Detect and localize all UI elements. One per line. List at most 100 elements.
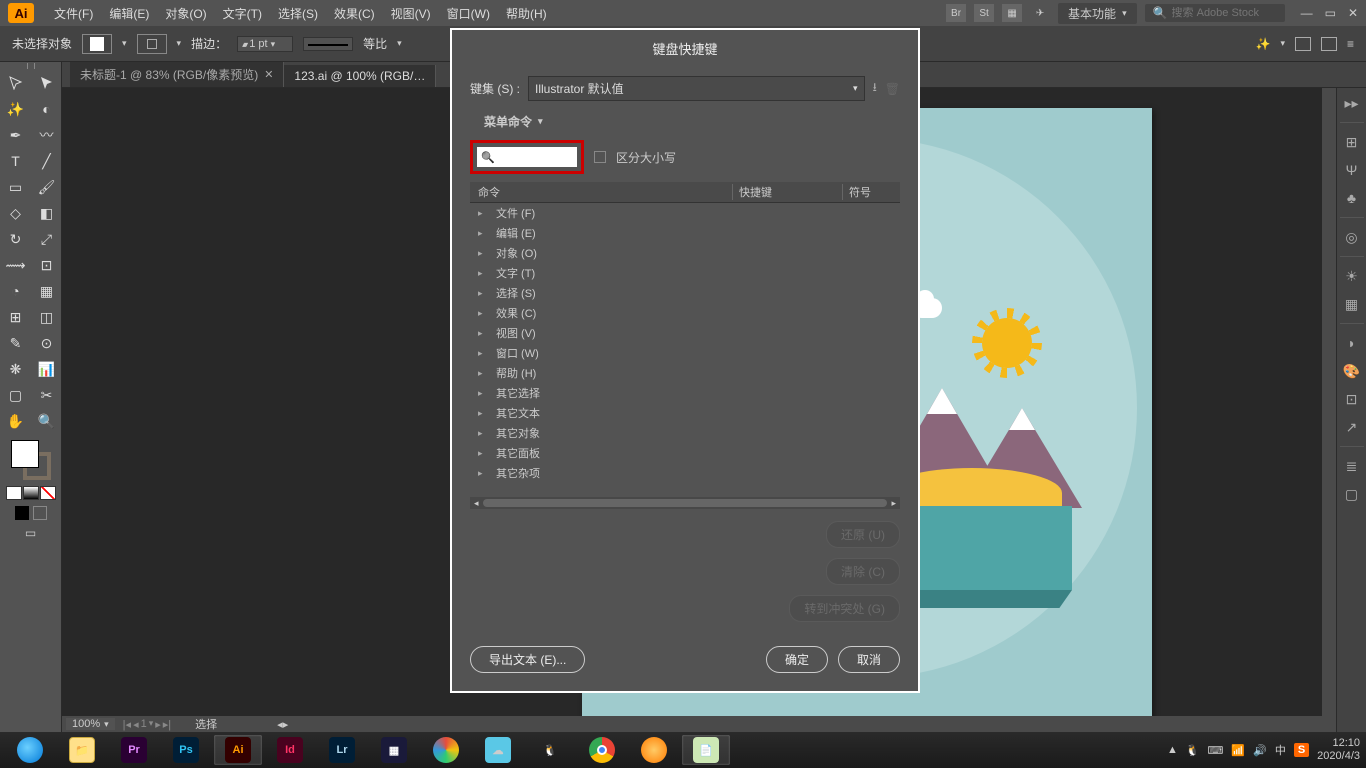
taskbar-app[interactable] (6, 735, 54, 765)
selection-tool[interactable] (0, 70, 31, 96)
width-tool[interactable]: ⟿ (0, 252, 31, 278)
command-row[interactable]: ▸其它杂项 (470, 463, 900, 483)
command-row[interactable]: ▸其它面板 (470, 443, 900, 463)
paintbrush-tool[interactable]: 🖌 (31, 174, 62, 200)
expand-icon[interactable]: ▸ (478, 228, 488, 239)
fill-color-icon[interactable] (11, 440, 39, 468)
taskbar-explorer[interactable]: 📁 (58, 735, 106, 765)
menu-object[interactable]: 对象(O) (157, 5, 214, 22)
stroke-width-input[interactable]: ▴▾ 1 pt ▾ (237, 36, 293, 52)
taskbar-firefox[interactable] (630, 735, 678, 765)
tray-network-icon[interactable]: 📶 (1231, 744, 1245, 757)
lasso-tool[interactable]: ◐ (31, 96, 62, 122)
horizontal-scrollbar[interactable]: ◂▸ (470, 497, 900, 509)
expand-icon[interactable]: ▸ (478, 208, 488, 219)
menu-edit[interactable]: 编辑(E) (101, 5, 157, 22)
scroll-right-button[interactable]: ▸ (283, 718, 289, 731)
tab-close-icon[interactable]: ✕ (264, 68, 273, 81)
eraser-tool[interactable]: ◧ (31, 200, 62, 226)
layers-panel-icon[interactable]: ≣ (1343, 457, 1361, 475)
close-button[interactable]: ✕ (1348, 6, 1358, 20)
expand-icon[interactable]: ▸ (478, 248, 488, 259)
expand-icon[interactable]: ▸ (478, 388, 488, 399)
next-artboard-button[interactable]: ▸ (155, 718, 161, 731)
color-mode-icon[interactable] (6, 486, 22, 500)
save-keyset-icon[interactable]: ⭳ (873, 78, 877, 99)
taskbar-chrome[interactable] (578, 735, 626, 765)
shortcut-search-box[interactable] (477, 147, 577, 167)
cancel-button[interactable]: 取消 (838, 646, 900, 673)
command-row[interactable]: ▸窗口 (W) (470, 343, 900, 363)
line-tool[interactable]: ╱ (31, 148, 62, 174)
panel-drag-handle[interactable] (0, 62, 61, 70)
hand-tool[interactable]: ✋ (0, 408, 31, 434)
command-row[interactable]: ▸其它对象 (470, 423, 900, 443)
command-row[interactable]: ▸帮助 (H) (470, 363, 900, 383)
none-mode-icon[interactable] (40, 486, 56, 500)
gradient-tool[interactable]: ◫ (31, 304, 62, 330)
taskbar-photoshop[interactable]: Ps (162, 735, 210, 765)
taskbar-app[interactable]: ▦ (370, 735, 418, 765)
prev-artboard-button[interactable]: ◂ (133, 718, 139, 731)
bridge-icon[interactable]: Br (946, 4, 966, 22)
stock-icon[interactable]: St (974, 4, 994, 22)
expand-icon[interactable]: ▸ (478, 348, 488, 359)
taskbar-premiere[interactable]: Pr (110, 735, 158, 765)
first-artboard-button[interactable]: |◂ (123, 718, 131, 731)
keyset-dropdown[interactable]: Illustrator 默认值 ▾ (528, 76, 865, 101)
draw-mode-icon[interactable] (33, 506, 47, 520)
command-row[interactable]: ▸文件 (F) (470, 203, 900, 223)
cc-panel-icon[interactable]: ◎ (1343, 228, 1361, 246)
expand-icon[interactable]: ▸ (478, 328, 488, 339)
chevron-down-icon[interactable]: ▾ (122, 38, 127, 49)
rectangle-tool[interactable]: ▭ (0, 174, 31, 200)
expand-icon[interactable]: ▸ (478, 468, 488, 479)
expand-icon[interactable]: ▸ (478, 308, 488, 319)
taskbar-indesign[interactable]: Id (266, 735, 314, 765)
menu-view[interactable]: 视图(V) (383, 5, 439, 22)
graph-tool[interactable]: 📊 (31, 356, 62, 382)
document-tab[interactable]: 未标题-1 @ 83% (RGB/像素预览) ✕ (70, 62, 284, 87)
taskbar-lightroom[interactable]: Lr (318, 735, 366, 765)
command-row[interactable]: ▸选择 (S) (470, 283, 900, 303)
search-toggle-icon[interactable]: ✨ (1256, 37, 1271, 51)
menu-icon[interactable]: ≡ (1347, 37, 1354, 51)
pen-tool[interactable]: ✒ (0, 122, 31, 148)
export-panel-icon[interactable]: ↗ (1343, 418, 1361, 436)
ok-button[interactable]: 确定 (766, 646, 828, 673)
mesh-tool[interactable]: ⊞ (0, 304, 31, 330)
slice-tool[interactable]: ✂ (31, 382, 62, 408)
expand-icon[interactable]: ▸ (478, 268, 488, 279)
maximize-button[interactable]: ▭ (1325, 6, 1336, 20)
rotate-tool[interactable]: ↻ (0, 226, 31, 252)
artboard-tool[interactable]: ▢ (0, 382, 31, 408)
magic-wand-tool[interactable]: ✨ (0, 96, 31, 122)
menu-help[interactable]: 帮助(H) (498, 5, 555, 22)
command-row[interactable]: ▸其它选择 (470, 383, 900, 403)
curvature-tool[interactable]: 〰 (31, 122, 62, 148)
scale-tool[interactable]: ⤢ (31, 226, 62, 252)
expand-icon[interactable]: ▸ (478, 448, 488, 459)
panel-icon[interactable] (1321, 37, 1337, 51)
adobe-stock-search[interactable]: 🔍 (1145, 4, 1285, 22)
command-row[interactable]: ▸视图 (V) (470, 323, 900, 343)
free-transform-tool[interactable]: ⊡ (31, 252, 62, 278)
shortcut-search-input[interactable] (495, 151, 565, 163)
symbol-sprayer-tool[interactable]: ❋ (0, 356, 31, 382)
menu-type[interactable]: 文字(T) (215, 5, 270, 22)
command-row[interactable]: ▸编辑 (E) (470, 223, 900, 243)
workspace-switcher[interactable]: 基本功能 ▾ (1058, 3, 1137, 24)
stroke-panel-icon[interactable]: ◗ (1343, 334, 1361, 352)
direct-selection-tool[interactable] (31, 70, 62, 96)
stroke-swatch[interactable] (137, 34, 167, 54)
stock-search-input[interactable] (1172, 7, 1272, 19)
blend-tool[interactable]: ⊙ (31, 330, 62, 356)
properties-panel-icon[interactable]: ▸▸ (1343, 94, 1361, 112)
vertical-scrollbar[interactable] (1322, 88, 1336, 716)
brushes-panel-icon[interactable]: Ψ (1343, 161, 1361, 179)
chevron-down-icon[interactable]: ▾ (397, 38, 402, 49)
zoom-dropdown[interactable]: 100%▾ (66, 718, 115, 730)
last-artboard-button[interactable]: ▸| (163, 718, 171, 731)
type-tool[interactable]: T (0, 148, 31, 174)
case-sensitive-checkbox[interactable] (594, 151, 606, 163)
